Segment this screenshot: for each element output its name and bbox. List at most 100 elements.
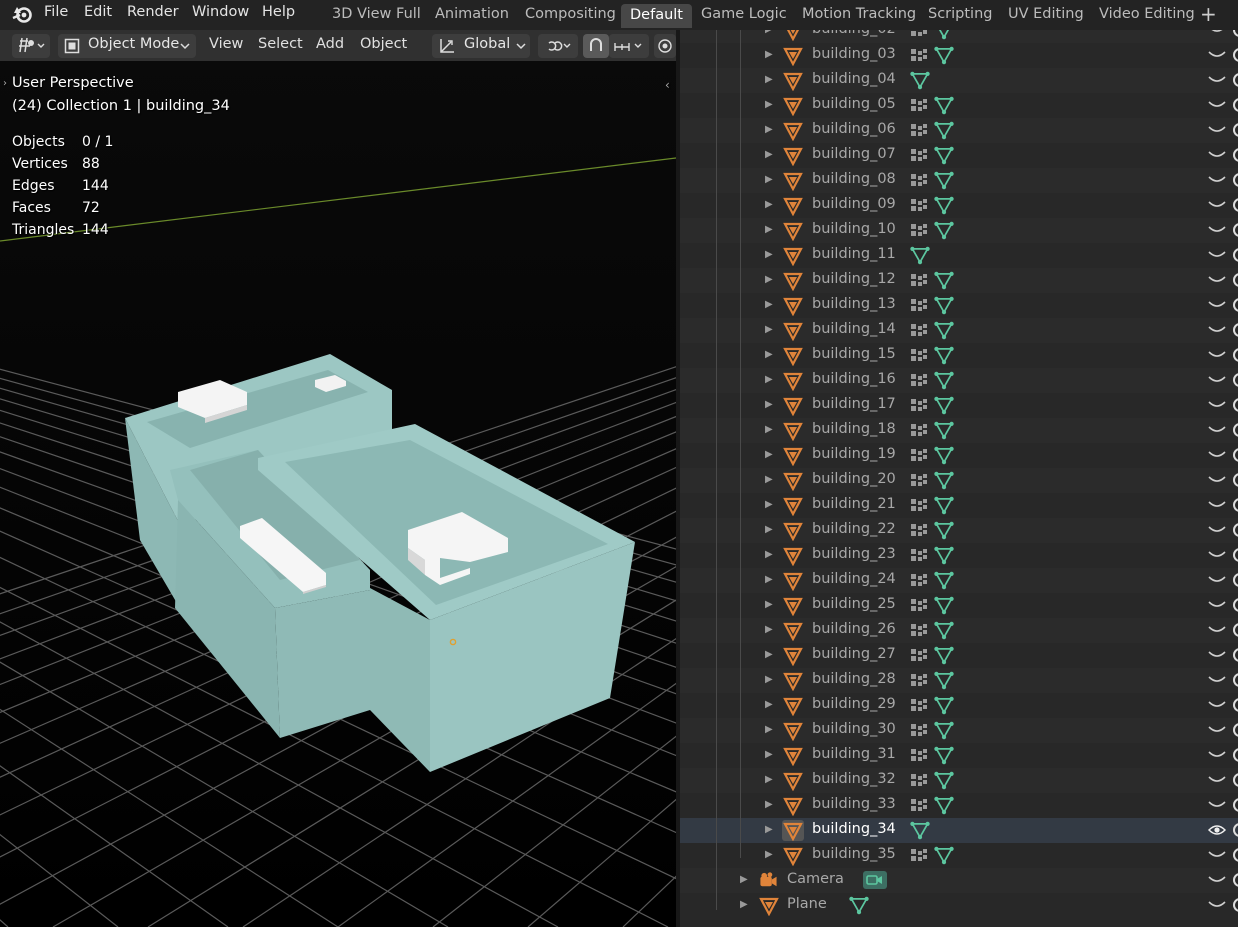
menu-select[interactable]: Select (258, 36, 303, 52)
outliner-row[interactable]: ▶ building_06 (680, 118, 1238, 143)
outliner-row[interactable]: ▶ building_18 (680, 418, 1238, 443)
camera-restrict-icon[interactable] (1233, 648, 1238, 662)
expand-arrow-icon[interactable]: ▶ (765, 424, 773, 435)
pivot-point-dropdown[interactable] (538, 34, 578, 58)
camera-restrict-icon[interactable] (1233, 273, 1238, 287)
camera-restrict-icon[interactable] (1233, 898, 1238, 912)
object-name[interactable]: building_22 (812, 521, 896, 537)
object-name[interactable]: building_17 (812, 396, 896, 412)
expand-arrow-icon[interactable]: ▶ (765, 649, 773, 660)
outliner-row[interactable]: ▶ building_33 (680, 793, 1238, 818)
camera-restrict-icon[interactable] (1233, 123, 1238, 137)
menu-add[interactable]: Add (316, 36, 344, 52)
outliner-row[interactable]: ▶ building_03 (680, 43, 1238, 68)
expand-arrow-icon[interactable]: ▶ (765, 224, 773, 235)
object-name[interactable]: building_05 (812, 96, 896, 112)
object-name[interactable]: building_21 (812, 496, 896, 512)
outliner-row[interactable]: ▶ building_29 (680, 693, 1238, 718)
object-name[interactable]: building_33 (812, 796, 896, 812)
proportional-edit-toggle[interactable] (654, 34, 676, 58)
expand-arrow-icon[interactable]: ▶ (765, 749, 773, 760)
viewport-scene[interactable] (0, 30, 676, 927)
camera-restrict-icon[interactable] (1233, 423, 1238, 437)
expand-arrow-icon[interactable]: ▶ (765, 774, 773, 785)
object-name[interactable]: building_06 (812, 121, 896, 137)
camera-restrict-icon[interactable] (1233, 98, 1238, 112)
outliner-row[interactable]: ▶ building_16 (680, 368, 1238, 393)
object-name[interactable]: building_29 (812, 696, 896, 712)
editor-type-button[interactable] (12, 34, 50, 58)
mode-dropdown[interactable]: Object Mode (58, 34, 196, 58)
expand-arrow-icon[interactable]: ▶ (765, 724, 773, 735)
outliner-row[interactable]: ▶ building_24 (680, 568, 1238, 593)
object-name[interactable]: building_07 (812, 146, 896, 162)
expand-arrow-icon[interactable]: ▶ (765, 299, 773, 310)
outliner-row[interactable]: ▶ building_32 (680, 768, 1238, 793)
object-name[interactable]: building_25 (812, 596, 896, 612)
outliner-row[interactable]: ▶ building_31 (680, 743, 1238, 768)
expand-arrow-icon[interactable]: ▶ (765, 674, 773, 685)
toolbar-expand-icon[interactable]: › (3, 78, 7, 89)
expand-arrow-icon[interactable]: ▶ (765, 624, 773, 635)
object-name[interactable]: building_34 (812, 821, 896, 837)
eye-hidden-icon[interactable] (1208, 873, 1226, 887)
expand-arrow-icon[interactable]: ▶ (765, 30, 773, 35)
tab-uv-editing[interactable]: UV Editing (1008, 6, 1084, 22)
sidebar-expand-icon[interactable]: ‹ (665, 78, 670, 92)
camera-restrict-icon[interactable] (1233, 573, 1238, 587)
tab-animation[interactable]: Animation (435, 6, 509, 22)
camera-restrict-icon[interactable] (1233, 523, 1238, 537)
outliner-row[interactable]: ▶ building_11 (680, 243, 1238, 268)
camera-restrict-icon[interactable] (1233, 30, 1238, 37)
expand-arrow-icon[interactable]: ▶ (765, 274, 773, 285)
menu-window[interactable]: Window (192, 4, 249, 20)
object-name[interactable]: building_19 (812, 446, 896, 462)
camera-restrict-icon[interactable] (1233, 348, 1238, 362)
object-name[interactable]: building_12 (812, 271, 896, 287)
object-name[interactable]: building_09 (812, 196, 896, 212)
object-name[interactable]: building_31 (812, 746, 896, 762)
outliner-row[interactable]: ▶ building_30 (680, 718, 1238, 743)
expand-arrow-icon[interactable]: ▶ (765, 799, 773, 810)
camera-restrict-icon[interactable] (1233, 623, 1238, 637)
outliner-row[interactable]: ▶ Plane (680, 893, 1238, 918)
object-name[interactable]: building_24 (812, 571, 896, 587)
3d-viewport[interactable]: › User Perspective (24) Collection 1 | b… (0, 30, 676, 927)
outliner-row[interactable]: ▶ building_28 (680, 668, 1238, 693)
tab-3d-view-full[interactable]: 3D View Full (332, 6, 421, 22)
outliner-row[interactable]: ▶ building_27 (680, 643, 1238, 668)
tab-game-logic[interactable]: Game Logic (701, 6, 787, 22)
outliner-row[interactable]: ▶ building_12 (680, 268, 1238, 293)
object-name[interactable]: building_15 (812, 346, 896, 362)
outliner-row[interactable]: ▶ building_19 (680, 443, 1238, 468)
outliner-row[interactable]: ▶ building_08 (680, 168, 1238, 193)
camera-restrict-icon[interactable] (1233, 773, 1238, 787)
expand-arrow-icon[interactable]: ▶ (765, 149, 773, 160)
transform-orientation-dropdown[interactable]: Global (432, 34, 530, 58)
object-name[interactable]: building_35 (812, 846, 896, 862)
camera-restrict-icon[interactable] (1233, 148, 1238, 162)
camera-restrict-icon[interactable] (1233, 448, 1238, 462)
object-name[interactable]: building_16 (812, 371, 896, 387)
expand-arrow-icon[interactable]: ▶ (765, 574, 773, 585)
outliner-row[interactable]: ▶ building_34 (680, 818, 1238, 843)
camera-restrict-icon[interactable] (1233, 823, 1238, 837)
camera-restrict-icon[interactable] (1233, 173, 1238, 187)
expand-arrow-icon[interactable]: ▶ (765, 549, 773, 560)
expand-arrow-icon[interactable]: ▶ (765, 699, 773, 710)
tab-video-editing[interactable]: Video Editing (1099, 6, 1195, 22)
expand-arrow-icon[interactable]: ▶ (765, 599, 773, 610)
object-name[interactable]: building_14 (812, 321, 896, 337)
expand-arrow-icon[interactable]: ▶ (765, 124, 773, 135)
snap-target-dropdown[interactable] (609, 34, 649, 58)
eye-hidden-icon[interactable] (1208, 898, 1226, 912)
camera-restrict-icon[interactable] (1233, 248, 1238, 262)
outliner-row[interactable]: ▶ building_21 (680, 493, 1238, 518)
outliner-row[interactable]: ▶ building_20 (680, 468, 1238, 493)
outliner-row[interactable]: ▶ Camera (680, 868, 1238, 893)
expand-arrow-icon[interactable]: ▶ (765, 474, 773, 485)
camera-restrict-icon[interactable] (1233, 673, 1238, 687)
object-name[interactable]: building_26 (812, 621, 896, 637)
object-name[interactable]: building_32 (812, 771, 896, 787)
camera-restrict-icon[interactable] (1233, 298, 1238, 312)
